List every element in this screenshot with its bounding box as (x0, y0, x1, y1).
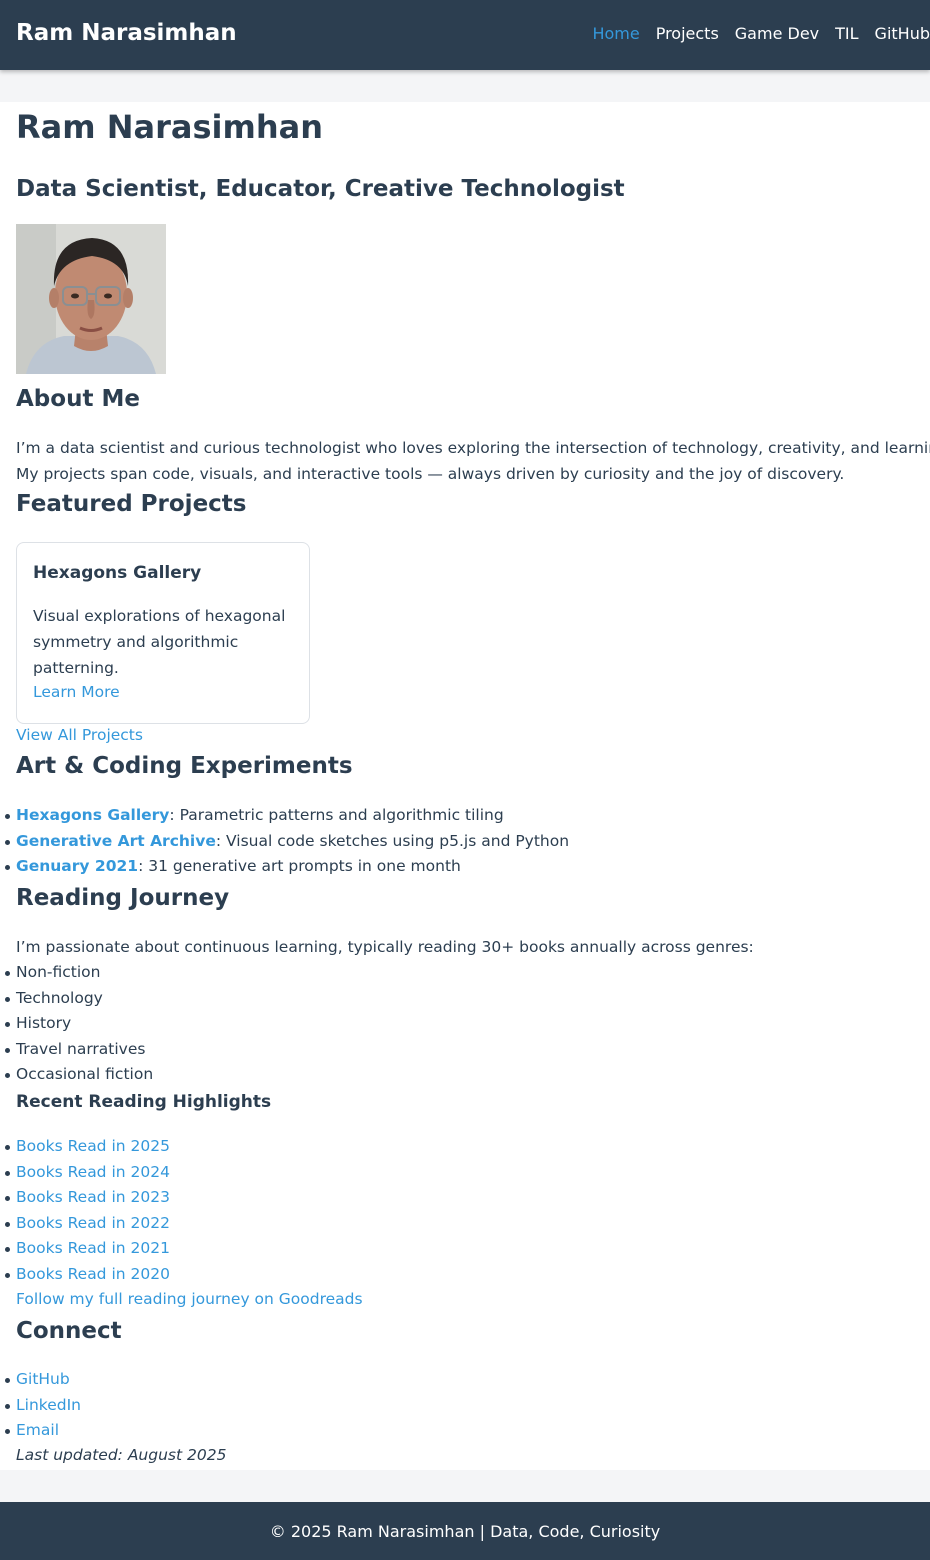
about-heading: About Me (16, 386, 140, 412)
highlights-heading: Recent Reading Highlights (16, 1092, 272, 1112)
books-2020-link[interactable]: Books Read in 2020 (16, 1265, 170, 1283)
list-item: Generative Art Archive: Visual code sket… (4, 829, 570, 855)
books-2022-link[interactable]: Books Read in 2022 (16, 1214, 170, 1232)
nav-home-link[interactable]: Home (592, 24, 639, 43)
art-list: Hexagons Gallery: Parametric patterns an… (4, 803, 570, 880)
list-item: Books Read in 2023 (5, 1185, 170, 1211)
connect-heading: Connect (16, 1318, 122, 1344)
list-item: Non-fiction (4, 960, 153, 986)
list-item: Books Read in 2025 (5, 1134, 170, 1160)
list-item: Genuary 2021: 31 generative art prompts … (4, 854, 569, 880)
connect-list: GitHub LinkedIn Email (5, 1367, 81, 1444)
project-card: Hexagons Gallery Visual explorations of … (16, 542, 310, 724)
list-item: Books Read in 2020 (5, 1262, 170, 1288)
books-2023-link[interactable]: Books Read in 2023 (16, 1188, 170, 1206)
view-all-projects-link[interactable]: View All Projects (16, 726, 143, 744)
books-2025-link[interactable]: Books Read in 2025 (16, 1137, 170, 1155)
genre-list: Non-fiction Technology History Travel na… (4, 960, 153, 1088)
nav-github-link[interactable]: GitHub (875, 24, 930, 43)
genuary-2021-link[interactable]: Genuary 2021 (16, 857, 138, 875)
highlights-list: Books Read in 2025 Books Read in 2024 Bo… (5, 1134, 170, 1288)
list-item-text: : Parametric patterns and algorithmic ti… (169, 806, 504, 824)
top-navbar: Ram Narasimhan Home Projects Game Dev TI… (0, 0, 930, 70)
books-2024-link[interactable]: Books Read in 2024 (16, 1163, 170, 1181)
profile-photo (16, 224, 166, 374)
main-content: Ram Narasimhan Data Scientist, Educator,… (0, 102, 930, 1470)
site-brand[interactable]: Ram Narasimhan (16, 20, 237, 46)
list-item: Occasional fiction (4, 1062, 153, 1088)
nav-game-dev-link[interactable]: Game Dev (735, 24, 819, 43)
footer-text: © 2025 Ram Narasimhan | Data, Code, Curi… (269, 1521, 661, 1541)
list-item: Books Read in 2021 (5, 1236, 170, 1262)
list-item-text: : Visual code sketches using p5.js and P… (215, 831, 570, 850)
page-tagline: Data Scientist, Educator, Creative Techn… (16, 176, 625, 202)
learn-more-link[interactable]: Learn More (33, 683, 120, 701)
portrait-image (16, 224, 166, 374)
list-item: Travel narratives (4, 1037, 153, 1063)
goodreads-link[interactable]: Follow my full reading journey on Goodre… (16, 1290, 363, 1308)
project-card-title: Hexagons Gallery (33, 563, 202, 583)
featured-heading: Featured Projects (16, 491, 247, 517)
books-2021-link[interactable]: Books Read in 2021 (16, 1239, 170, 1257)
list-item: Books Read in 2024 (5, 1160, 170, 1186)
list-item: Hexagons Gallery: Parametric patterns an… (4, 803, 569, 829)
github-link[interactable]: GitHub (16, 1370, 70, 1388)
about-line-1: I’m a data scientist and curious technol… (16, 439, 930, 457)
about-line-2: My projects span code, visuals, and inte… (16, 465, 845, 483)
list-item: GitHub (5, 1367, 81, 1393)
last-updated: Last updated: August 2025 (16, 1446, 227, 1464)
linkedin-link[interactable]: LinkedIn (16, 1396, 81, 1414)
list-item: Technology (4, 986, 153, 1012)
nav-til-link[interactable]: TIL (835, 24, 858, 43)
reading-heading: Reading Journey (16, 885, 230, 911)
page-title: Ram Narasimhan (16, 108, 323, 146)
hexagons-gallery-link[interactable]: Hexagons Gallery (16, 806, 169, 824)
list-item: History (4, 1011, 153, 1037)
list-item-text: : 31 generative art prompts in one month (138, 857, 461, 875)
project-card-description: Visual explorations of hexagonal symmetr… (33, 607, 286, 677)
main-nav: Home Projects Game Dev TIL GitHub (592, 24, 930, 43)
email-link[interactable]: Email (16, 1421, 59, 1439)
art-heading: Art & Coding Experiments (16, 753, 353, 779)
reading-intro: I’m passionate about continuous learning… (16, 938, 754, 956)
list-item: LinkedIn (5, 1393, 81, 1419)
list-item: Email (5, 1418, 81, 1444)
nav-projects-link[interactable]: Projects (656, 24, 719, 43)
generative-art-archive-link[interactable]: Generative Art Archive (16, 832, 216, 850)
list-item: Books Read in 2022 (5, 1211, 170, 1237)
site-footer: © 2025 Ram Narasimhan | Data, Code, Curi… (0, 1502, 930, 1560)
